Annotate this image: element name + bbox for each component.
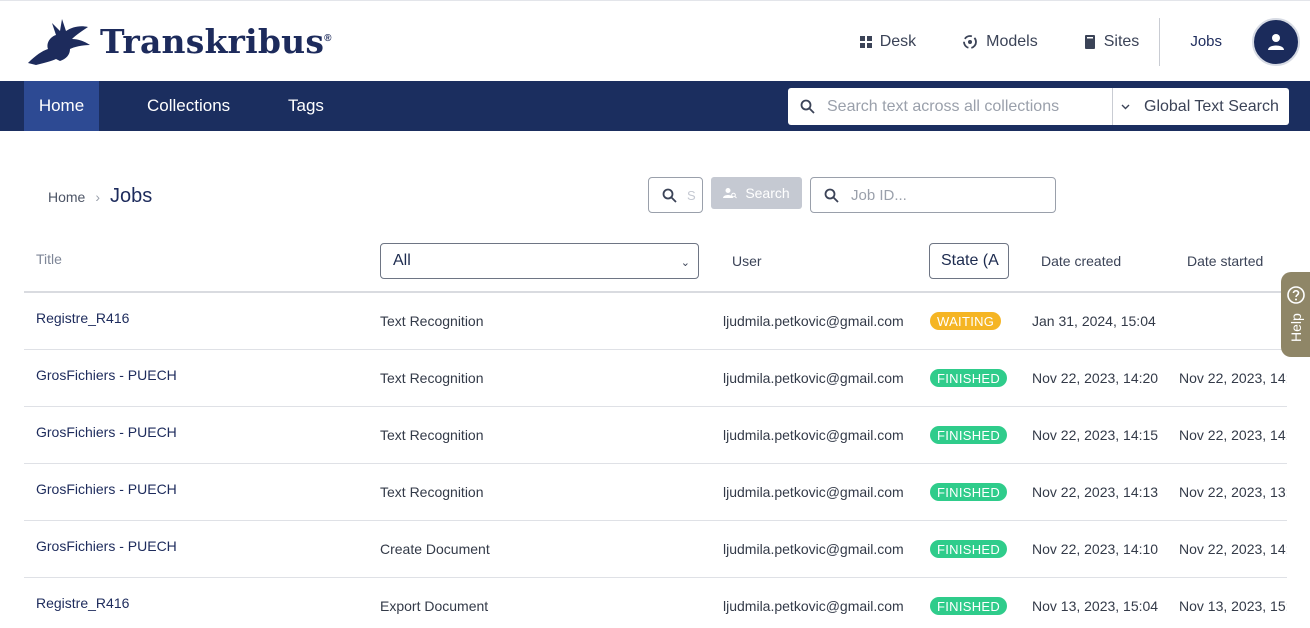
user-avatar[interactable] xyxy=(1252,17,1300,66)
job-title[interactable]: GrosFichiers - PUECH xyxy=(36,538,177,554)
table-row[interactable]: GrosFichiers - PUECH Text Recognition lj… xyxy=(24,464,1287,521)
search-icon xyxy=(662,188,677,203)
nav-models[interactable]: Models xyxy=(962,33,1038,51)
job-title[interactable]: GrosFichiers - PUECH xyxy=(36,481,177,497)
status-badge: FINISHED xyxy=(930,426,1008,444)
date-created: Jan 31, 2024, 15:04 xyxy=(1032,313,1156,329)
chevron-down-icon xyxy=(1121,104,1130,109)
column-header-title[interactable]: Title xyxy=(36,251,62,267)
global-search-input[interactable]: Search text across all collections xyxy=(788,88,1113,125)
job-type: Text Recognition xyxy=(380,484,484,500)
transkribus-logo[interactable]: Transkribus® xyxy=(26,15,332,67)
user-icon xyxy=(1268,33,1284,50)
status-badge: FINISHED xyxy=(930,483,1008,501)
breadcrumb-separator: › xyxy=(95,188,101,205)
column-header-user[interactable]: User xyxy=(732,253,762,269)
job-title[interactable]: Registre_R416 xyxy=(36,595,129,611)
user-search-input[interactable]: S xyxy=(648,177,703,213)
table-row[interactable]: GrosFichiers - PUECH Create Document lju… xyxy=(24,521,1287,578)
global-search-placeholder: Search text across all collections xyxy=(827,97,1060,115)
column-header-date-created[interactable]: Date created xyxy=(1041,253,1121,269)
state-select[interactable]: State (A xyxy=(929,243,1009,279)
date-started: Nov 22, 2023, 14:2 xyxy=(1179,370,1287,386)
search-scope-label: Global Text Search xyxy=(1144,97,1279,115)
table-row[interactable]: GrosFichiers - PUECH Text Recognition lj… xyxy=(24,350,1287,407)
table-row[interactable]: Registre_R416 Text Recognition ljudmila.… xyxy=(24,293,1287,350)
search-button-label: Search xyxy=(745,185,790,201)
job-user: ljudmila.petkovic@gmail.com xyxy=(723,313,904,329)
breadcrumb-home[interactable]: Home xyxy=(48,189,85,205)
job-title[interactable]: GrosFichiers - PUECH xyxy=(36,367,177,383)
status-badge: FINISHED xyxy=(930,540,1008,558)
state-selected: State (A xyxy=(941,252,999,269)
nav-desk[interactable]: Desk xyxy=(859,32,917,51)
models-icon xyxy=(963,34,978,49)
nav-jobs[interactable]: Jobs xyxy=(1190,33,1222,50)
job-user: ljudmila.petkovic@gmail.com xyxy=(723,427,904,443)
job-user: ljudmila.petkovic@gmail.com xyxy=(723,598,904,614)
job-type: Export Document xyxy=(380,598,489,614)
brand-name: Transkribus® xyxy=(100,21,332,61)
date-created: Nov 13, 2023, 15:04 xyxy=(1032,598,1159,614)
nav-sites[interactable]: Sites xyxy=(1084,32,1140,51)
job-title[interactable]: GrosFichiers - PUECH xyxy=(36,424,177,440)
nav-models-label: Models xyxy=(986,32,1038,50)
main-nav-bar: Home Collections Tags Search text across… xyxy=(0,81,1310,131)
date-created: Nov 22, 2023, 14:10 xyxy=(1032,541,1159,557)
help-tab[interactable]: Help xyxy=(1281,272,1310,357)
job-user: ljudmila.petkovic@gmail.com xyxy=(723,484,904,500)
top-nav: Desk Models Sites Jobs xyxy=(859,1,1310,82)
page-title: Jobs xyxy=(110,185,153,207)
job-user: ljudmila.petkovic@gmail.com xyxy=(723,541,904,557)
date-started: Nov 22, 2023, 14:1 xyxy=(1179,427,1287,443)
table-row[interactable]: Registre_R416 Export Document ljudmila.p… xyxy=(24,578,1287,628)
tab-home[interactable]: Home xyxy=(24,81,99,131)
job-type: Text Recognition xyxy=(380,370,484,386)
winged-creature-logo-icon xyxy=(28,19,90,65)
search-scope-select[interactable]: Global Text Search xyxy=(1112,88,1289,125)
user-search-icon xyxy=(723,188,738,199)
job-type-select[interactable]: All ⌄ xyxy=(380,243,699,279)
job-user: ljudmila.petkovic@gmail.com xyxy=(723,370,904,386)
nav-divider xyxy=(1159,17,1161,66)
date-created: Nov 22, 2023, 14:13 xyxy=(1032,484,1159,500)
search-icon xyxy=(824,188,839,203)
table-row[interactable]: GrosFichiers - PUECH Text Recognition lj… xyxy=(24,407,1287,464)
chevron-down-icon: ⌄ xyxy=(680,257,690,269)
job-title[interactable]: Registre_R416 xyxy=(36,310,129,326)
nav-desk-label: Desk xyxy=(879,32,917,50)
nav-sites-label: Sites xyxy=(1103,32,1140,50)
help-icon xyxy=(1287,286,1305,304)
status-badge: FINISHED xyxy=(930,597,1008,615)
date-created: Nov 22, 2023, 14:15 xyxy=(1032,427,1159,443)
search-icon xyxy=(800,99,815,114)
user-search-placeholder: S xyxy=(687,187,696,203)
job-type-selected: All xyxy=(393,252,411,269)
breadcrumb: Home › Jobs xyxy=(48,185,152,208)
top-header: Transkribus® Desk Models Sites Jobs xyxy=(0,0,1310,81)
job-type: Create Document xyxy=(380,541,490,557)
status-badge: WAITING xyxy=(930,312,1002,330)
tab-collections[interactable]: Collections xyxy=(147,81,230,131)
search-button[interactable]: Search xyxy=(711,177,802,209)
job-id-placeholder: Job ID... xyxy=(851,186,907,204)
job-type: Text Recognition xyxy=(380,427,484,443)
date-started: Nov 13, 2023, 15:0 xyxy=(1179,598,1287,614)
status-badge: FINISHED xyxy=(930,369,1008,387)
help-label: Help xyxy=(1288,313,1304,342)
date-started: Nov 22, 2023, 13: xyxy=(1179,484,1287,500)
job-type: Text Recognition xyxy=(380,313,484,329)
job-id-input[interactable]: Job ID... xyxy=(810,177,1056,213)
date-started: Nov 22, 2023, 14:1 xyxy=(1179,541,1287,557)
tab-tags[interactable]: Tags xyxy=(288,81,324,131)
column-header-date-started[interactable]: Date started xyxy=(1187,253,1263,269)
date-created: Nov 22, 2023, 14:20 xyxy=(1032,370,1159,386)
desk-icon xyxy=(859,35,872,48)
sites-icon xyxy=(1084,34,1095,49)
